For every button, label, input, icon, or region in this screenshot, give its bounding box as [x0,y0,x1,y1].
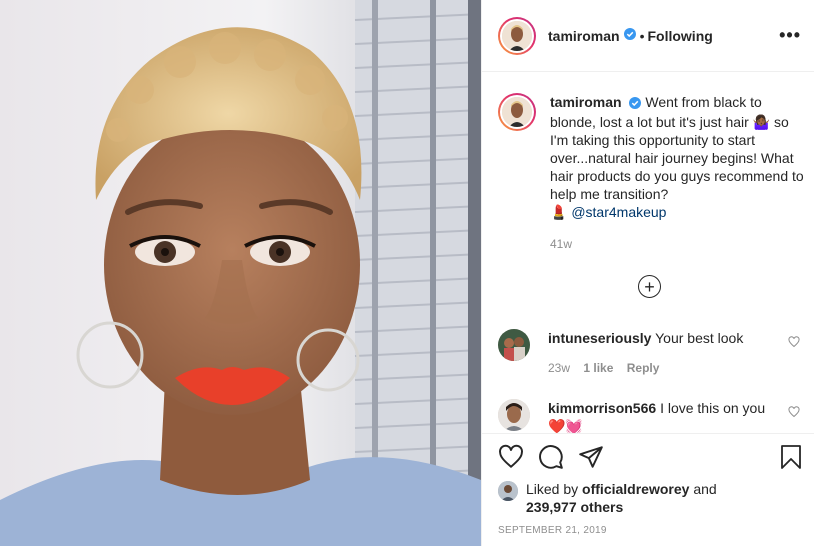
comment-meta: 23w 1 like Reply [548,359,766,377]
commenter-avatar[interactable] [498,329,530,361]
comment-text: I love this on you [660,400,766,416]
post-header: tamiroman • Following ••• [482,0,814,72]
shrug-emoji: 🤷🏾‍♀️ [752,114,771,130]
comment-username[interactable]: intuneseriously [548,330,651,346]
comment-item: intuneseriously Your best look 23w 1 lik… [498,329,808,377]
hearts-emoji: ❤️💓 [548,418,583,433]
paper-plane-icon[interactable] [578,444,604,475]
verified-badge-icon [623,27,636,45]
comment-icon[interactable] [538,444,564,475]
more-horizontal-icon[interactable]: ••• [779,26,801,44]
comment-likes[interactable]: 1 like [583,361,613,375]
bookmark-icon[interactable] [779,444,803,475]
comment-time[interactable]: 23w [548,361,570,375]
header-username[interactable]: tamiroman [548,28,620,44]
commenter-avatar[interactable] [498,399,530,431]
comment-heart-icon[interactable] [788,405,800,423]
avatar-image [498,481,518,501]
avatar-image [502,20,532,51]
mention-link[interactable]: @star4makeup [571,204,666,220]
post-side-panel: tamiroman • Following ••• tamiroman Went… [481,0,814,546]
comment-heart-icon[interactable] [788,335,800,353]
liked-by-prefix: Liked by [526,481,579,497]
portrait-illustration [0,0,481,546]
comment-item: kimmorrison566 I love this on you ❤️💓 [498,399,808,433]
comment-text: Your best look [655,330,744,346]
lipstick-emoji: 💄 [550,204,568,220]
caption-timestamp[interactable]: 41w [550,235,808,253]
comment-username[interactable]: kimmorrison566 [548,400,656,416]
post-date[interactable]: SEPTEMBER 21, 2019 [498,525,607,536]
liked-by-conj: and [693,481,717,497]
post-caption: tamiroman Went from black to blonde, los… [498,93,808,253]
comments-list[interactable]: tamiroman Went from black to blonde, los… [482,73,814,433]
caption-avatar[interactable] [498,93,536,131]
avatar-image [498,399,530,431]
plus-circle-icon[interactable]: + [638,275,661,298]
liker-avatar[interactable] [498,481,518,501]
heart-icon[interactable] [498,444,524,475]
header-separator: • [639,27,645,44]
likes-count[interactable]: 239,977 others [526,499,623,515]
post-photo[interactable] [0,0,481,546]
caption-username[interactable]: tamiroman [550,94,622,110]
avatar-image [502,97,532,127]
profile-avatar[interactable] [498,16,536,55]
likes-summary: Liked by officialdreworey and 239,977 ot… [498,480,717,516]
following-button[interactable]: Following [647,28,712,44]
avatar-image [498,329,530,361]
reply-button[interactable]: Reply [627,361,660,375]
post-actions: Liked by officialdreworey and 239,977 ot… [482,433,814,546]
verified-badge-icon [629,95,642,113]
liker-username[interactable]: officialdreworey [582,481,689,497]
